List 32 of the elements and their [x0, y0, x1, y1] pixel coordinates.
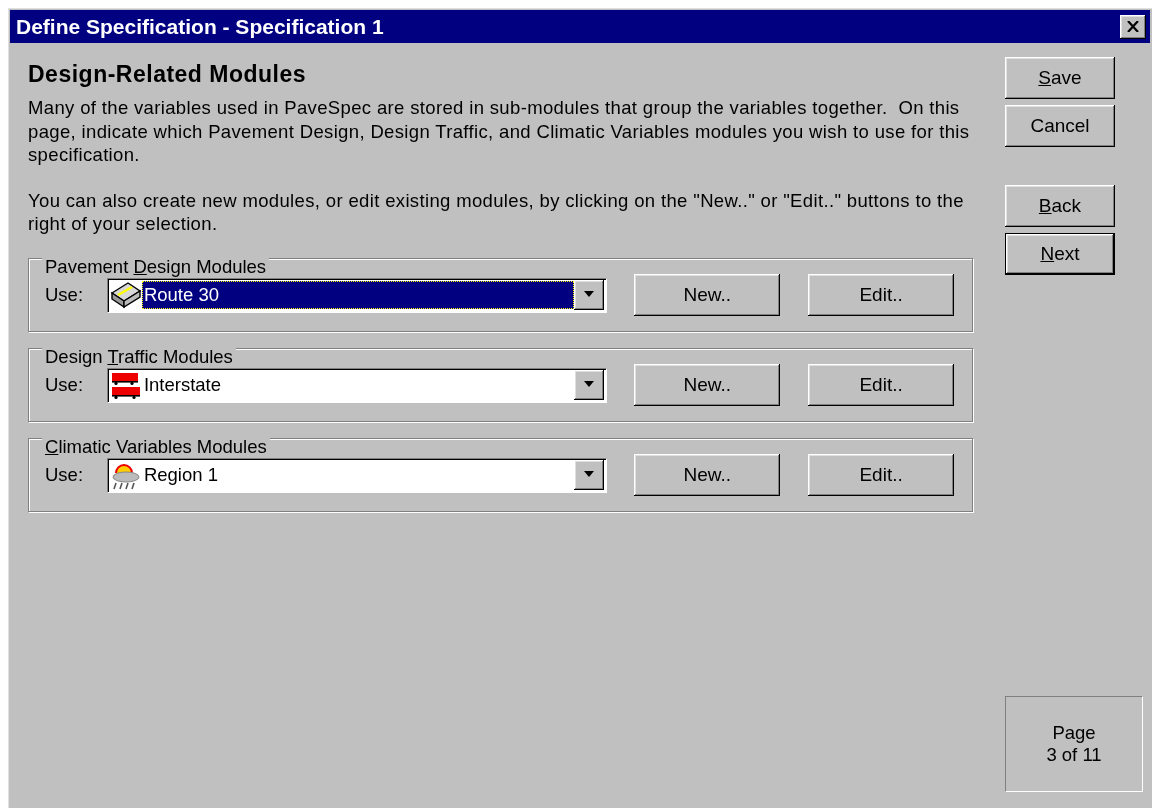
- dialog-button[interactable]: Save: [1005, 57, 1115, 99]
- module-dropdown[interactable]: Region 1: [106, 457, 607, 492]
- module-dropdown[interactable]: Interstate: [106, 367, 607, 402]
- edit-button[interactable]: Edit..: [808, 453, 954, 496]
- use-label: Use:: [45, 463, 85, 486]
- group-label: Design Traffic Modules: [42, 346, 236, 367]
- new-button[interactable]: New..: [634, 453, 781, 496]
- dropdown-arrow-button[interactable]: [574, 369, 605, 400]
- page-count: Page 3 of 11: [1046, 722, 1102, 766]
- edit-button[interactable]: Edit..: [808, 273, 954, 316]
- new-button[interactable]: New..: [634, 273, 781, 316]
- instruction-text: Many of the variables used in PaveSpec are stored in sub-modules that group the variables together. On this page, indicate which Pavement Design, Design Traffic, and Climatic Variables modules you wish to use for this specification.: [28, 96, 971, 167]
- close-button[interactable]: [1120, 14, 1146, 39]
- dialog-button[interactable]: Cancel: [1005, 105, 1115, 147]
- module-dropdown[interactable]: Route 30: [106, 277, 607, 312]
- caret-icon: [583, 381, 596, 388]
- window-title: Define Specification - Specification 1: [16, 14, 385, 39]
- caret-icon: [583, 471, 596, 478]
- edit-button[interactable]: Edit..: [808, 363, 954, 406]
- dialog-button[interactable]: Next: [1005, 233, 1115, 275]
- page-heading: Design-Related Modules: [28, 61, 308, 88]
- group-label: Pavement Design Modules: [42, 256, 270, 277]
- new-button[interactable]: New..: [634, 363, 781, 406]
- group-label: Climatic Variables Modules: [42, 436, 270, 457]
- instruction-text: You can also create new modules, or edit existing modules, by clicking on the "New.." or "Edit.." buttons to the right of your selection.: [28, 188, 965, 236]
- caret-icon: [583, 291, 596, 298]
- use-label: Use:: [45, 283, 85, 306]
- close-icon: [1127, 21, 1139, 32]
- dropdown-arrow-button[interactable]: [574, 279, 605, 310]
- use-label: Use:: [45, 373, 85, 396]
- dropdown-arrow-button[interactable]: [574, 459, 605, 490]
- dialog-button[interactable]: Back: [1005, 185, 1115, 227]
